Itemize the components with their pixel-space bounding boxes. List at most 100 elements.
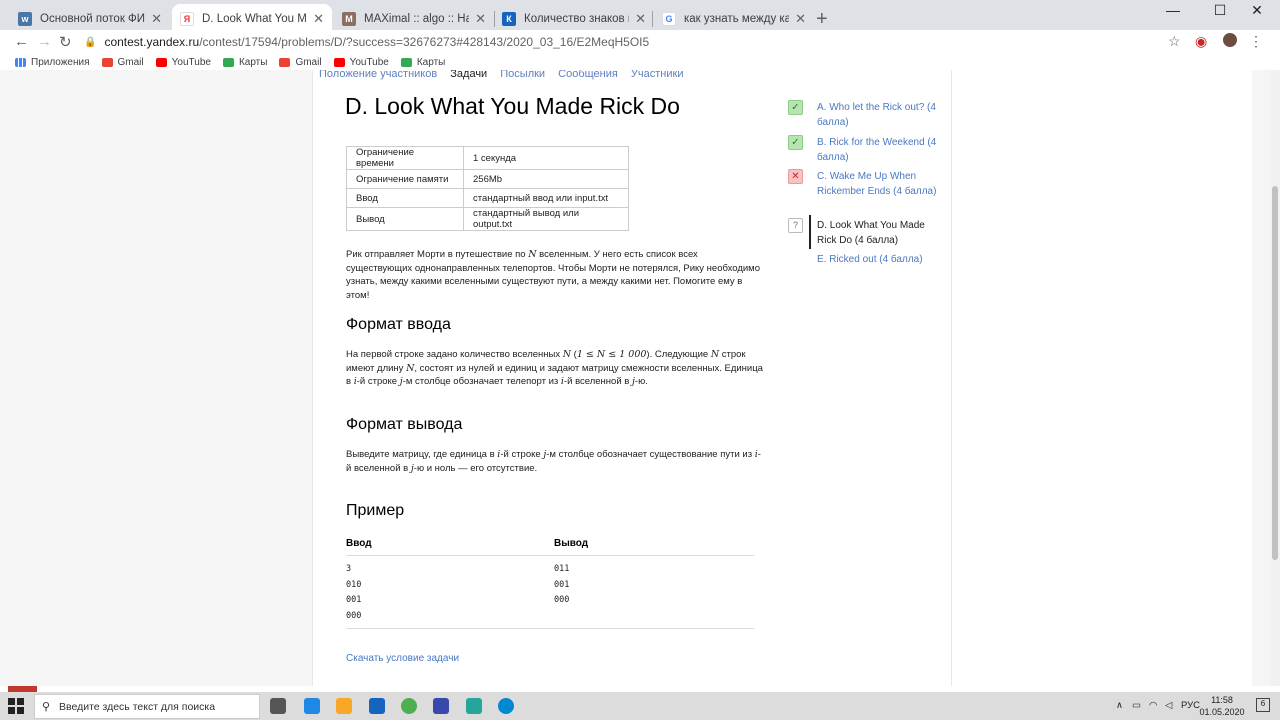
url-host: contest.yandex.ru: [104, 35, 200, 49]
problem-link-a[interactable]: A. Who let the Rick out? (4 балла): [817, 100, 947, 130]
forward-icon[interactable]: →: [37, 33, 52, 50]
bookmark-youtube[interactable]: YouTube: [333, 57, 389, 68]
question-icon: ?: [788, 218, 803, 233]
bookmark-gmail[interactable]: Gmail: [279, 57, 322, 68]
problem-link-c[interactable]: C. Wake Me Up When Rickember Ends (4 бал…: [817, 169, 947, 199]
youtube-icon: [155, 57, 167, 67]
problem-link-d[interactable]: D. Look What You Made Rick Do (4 балла): [817, 218, 947, 248]
table-row: Ввод стандартный ввод или input.txt: [346, 188, 629, 208]
maps-icon: [400, 57, 412, 67]
new-tab-button[interactable]: +: [816, 8, 828, 31]
example-input-label: Ввод: [346, 538, 372, 549]
clock[interactable]: 11:58 01.05.2020: [1198, 694, 1246, 718]
problem-link-e[interactable]: E. Ricked out (4 балла): [817, 252, 947, 267]
gmail-icon: [279, 57, 291, 67]
problem-link-b[interactable]: B. Rick for the Weekend (4 балла): [817, 135, 947, 165]
app-icon[interactable]: [433, 698, 449, 714]
apps-icon: [15, 57, 26, 67]
menu-icon[interactable]: ⋮: [1249, 33, 1263, 50]
tab-2-title: D. Look What You Made Rick Do: [202, 13, 307, 25]
check-icon: ✓: [788, 135, 803, 150]
page-viewport: Положение участников Задачи Посылки Сооб…: [0, 70, 1270, 686]
bookmark-apps[interactable]: Приложения: [15, 57, 90, 68]
bookmark-maps[interactable]: Карты: [400, 57, 445, 68]
current-indicator: [809, 215, 811, 249]
gmail-icon: [101, 57, 113, 67]
close-icon[interactable]: ✕: [795, 11, 806, 27]
app-icon[interactable]: [466, 698, 482, 714]
notifications-icon[interactable]: 6: [1256, 698, 1270, 712]
table-row: Вывод стандартный вывод или output.txt: [346, 207, 629, 231]
yandex-icon: Я: [180, 12, 194, 26]
tray-chevron-icon[interactable]: ∧: [1116, 700, 1123, 711]
lock-icon: 🔒: [84, 36, 97, 48]
bookmark-gmail[interactable]: Gmail: [101, 57, 144, 68]
tab-3-title: MAXimal :: algo :: Нахождение к: [364, 13, 470, 25]
chrome-icon[interactable]: [401, 698, 417, 714]
table-row: Ограничение времени 1 секунда: [346, 146, 629, 170]
bookmarks-bar: Приложения Gmail YouTube Карты Gmail You…: [0, 54, 1280, 70]
output-format-heading: Формат вывода: [346, 416, 463, 433]
edge-icon[interactable]: [304, 698, 320, 714]
reload-icon[interactable]: ↻: [59, 33, 72, 51]
subnav-submissions[interactable]: Посылки: [500, 70, 545, 80]
google-icon: G: [662, 12, 676, 26]
minimize-icon[interactable]: —: [1150, 2, 1196, 18]
tab-1-title: Основной поток ФИВТ: [40, 13, 146, 25]
bookmark-youtube[interactable]: YouTube: [155, 57, 211, 68]
star-icon[interactable]: ☆: [1168, 33, 1181, 50]
back-icon[interactable]: ←: [14, 33, 29, 50]
subnav-participants[interactable]: Участники: [631, 70, 684, 80]
input-format-heading: Формат ввода: [346, 316, 451, 333]
table-row: Ограничение памяти 256Mb: [346, 169, 629, 189]
close-icon[interactable]: ✕: [151, 11, 162, 27]
problem-list: ✓ A. Who let the Rick out? (4 балла) ✓ B…: [788, 70, 1252, 686]
statement-text: Рик отправляет Морти в путешествие по N …: [346, 249, 760, 301]
download-statement-link[interactable]: Скачать условие задачи: [346, 653, 459, 664]
check-icon: ✓: [788, 100, 803, 115]
page-scrollbar[interactable]: [1270, 70, 1280, 686]
extension-icon[interactable]: ◉: [1195, 33, 1207, 50]
output-format-text: Выведите матрицу, где единица в i-й стро…: [346, 449, 761, 474]
cross-icon: ✕: [788, 169, 803, 184]
subnav-standings[interactable]: Положение участников: [319, 70, 437, 80]
task-view-icon[interactable]: [270, 698, 286, 714]
telegram-icon[interactable]: [498, 698, 514, 714]
divider: [346, 555, 754, 556]
tab-5-title: как узнать между какими верш: [684, 13, 790, 25]
explorer-icon[interactable]: [336, 698, 352, 714]
wifi-icon[interactable]: ◠: [1149, 700, 1157, 711]
volume-icon[interactable]: ◁: [1165, 700, 1172, 711]
maps-icon: [222, 57, 234, 67]
site-icon: К: [502, 12, 516, 26]
youtube-icon: [333, 57, 345, 67]
example-output: 011 001 000: [554, 564, 570, 605]
vk-icon: w: [18, 12, 32, 26]
scrollbar-thumb[interactable]: [1272, 186, 1278, 560]
close-icon[interactable]: ✕: [475, 11, 486, 27]
page-title: D. Look What You Made Rick Do: [345, 93, 680, 119]
subnav-problems[interactable]: Задачи: [450, 70, 487, 80]
close-icon[interactable]: ✕: [635, 11, 646, 27]
input-format-text: На первой строке задано количество вселе…: [346, 349, 763, 387]
maximal-icon: M: [342, 12, 356, 26]
example-input: 3 010 001 000: [346, 564, 362, 621]
mail-icon[interactable]: [369, 698, 385, 714]
url-path: /contest/17594/problems/D/?success=32676…: [199, 35, 650, 49]
contest-subnav: Положение участников Задачи Посылки Сооб…: [319, 70, 693, 80]
tab-separator: [652, 11, 653, 27]
example-output-label: Вывод: [554, 538, 589, 549]
avatar[interactable]: [1223, 33, 1237, 50]
windows-start-icon[interactable]: [8, 698, 24, 714]
bookmark-maps[interactable]: Карты: [222, 57, 267, 68]
limits-table: Ограничение времени 1 секунда Ограничение…: [346, 146, 629, 231]
divider: [346, 628, 754, 629]
subnav-messages[interactable]: Сообщения: [558, 70, 618, 80]
tab-4-title: Количество знаков после запя: [524, 13, 629, 25]
network-icon[interactable]: ▭: [1132, 700, 1141, 711]
close-icon[interactable]: ✕: [313, 11, 324, 27]
taskbar-search[interactable]: ⚲ Введите здесь текст для поиска: [34, 694, 260, 719]
search-placeholder: Введите здесь текст для поиска: [59, 700, 216, 713]
address-bar[interactable]: 🔒 contest.yandex.ru /contest/17594/probl…: [84, 31, 1184, 53]
window-close-icon[interactable]: ✕: [1234, 2, 1280, 19]
